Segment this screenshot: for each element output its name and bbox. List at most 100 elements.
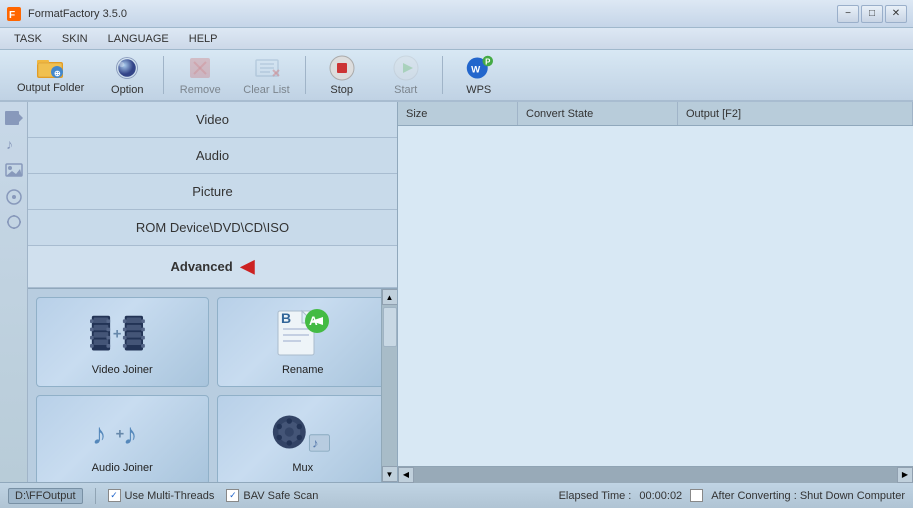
red-arrow-icon: ◀ (241, 256, 255, 277)
audio-joiner-icon-area: ♪ + ♪ (90, 406, 154, 458)
nav-rom[interactable]: ROM Device\DVD\CD\ISO (28, 210, 397, 246)
elapsed-section: Elapsed Time : 00:00:02 After Converting… (559, 489, 905, 502)
audio-joiner-label: Audio Joiner (92, 462, 153, 474)
tools-grid: + (28, 289, 397, 482)
video-joiner-label: Video Joiner (92, 364, 153, 376)
nav-video[interactable]: Video (28, 102, 397, 138)
sidebar-rom-icon[interactable] (2, 184, 26, 208)
rename-label: Rename (282, 364, 324, 376)
stop-button[interactable]: Stop (312, 53, 372, 97)
multi-threads-checkbox[interactable]: ✓ (108, 489, 121, 502)
rename-card[interactable]: B A Rename (217, 297, 390, 387)
rename-icon-area: B A (271, 308, 335, 360)
menu-help[interactable]: HELP (181, 31, 226, 47)
window-controls: − □ ✕ (837, 5, 907, 23)
maximize-button[interactable]: □ (861, 5, 883, 23)
svg-text:W: W (471, 64, 481, 75)
start-icon (392, 54, 420, 82)
menu-skin[interactable]: SKIN (54, 31, 96, 47)
option-label: Option (111, 84, 143, 96)
svg-text:⊕: ⊕ (54, 69, 61, 78)
window-title: FormatFactory 3.5.0 (28, 8, 127, 20)
svg-text:♪: ♪ (92, 419, 107, 451)
vertical-scrollbar[interactable]: ▲ ▼ (381, 289, 397, 482)
audio-joiner-card[interactable]: ♪ + ♪ Audio Joiner (36, 395, 209, 482)
advanced-label: Advanced (171, 259, 233, 274)
bav-scan-label: BAV Safe Scan (243, 490, 318, 502)
shutdown-checkbox[interactable] (690, 489, 703, 502)
wps-icon: W P (465, 54, 493, 82)
mux-card[interactable]: ♪ Mux (217, 395, 390, 482)
stop-icon (328, 54, 356, 82)
option-button[interactable]: Option (97, 53, 157, 97)
bav-scan-section: ✓ BAV Safe Scan (226, 489, 318, 502)
start-label: Start (394, 84, 417, 96)
start-button[interactable]: Start (376, 53, 436, 97)
video-joiner-card[interactable]: + (36, 297, 209, 387)
nav-advanced[interactable]: Advanced ◀ (28, 246, 397, 288)
title-left: F FormatFactory 3.5.0 (6, 6, 127, 22)
sidebar-advanced-icon[interactable] (2, 210, 26, 234)
svg-text:A: A (309, 314, 318, 328)
scroll-up-arrow[interactable]: ▲ (382, 289, 398, 305)
mux-label: Mux (292, 462, 313, 474)
file-list-header: Size Convert State Output [F2] (398, 102, 913, 126)
output-folder-button[interactable]: ⊕ Output Folder (8, 53, 93, 97)
sidebar-audio-icon[interactable]: ♪ (2, 132, 26, 156)
remove-icon (186, 54, 214, 82)
svg-text:♪: ♪ (123, 419, 138, 451)
sidebar-picture-icon[interactable] (2, 158, 26, 182)
stop-label: Stop (330, 84, 353, 96)
svg-text:+: + (113, 327, 122, 343)
nav-audio[interactable]: Audio (28, 138, 397, 174)
app-icon: F (6, 6, 22, 22)
menu-bar: TASK SKIN LANGUAGE HELP (0, 28, 913, 50)
svg-text:♪: ♪ (312, 436, 318, 451)
menu-task[interactable]: TASK (6, 31, 50, 47)
bav-scan-checkbox[interactable]: ✓ (226, 489, 239, 502)
sidebar: ♪ (0, 102, 28, 482)
scroll-left-arrow[interactable]: ◀ (398, 467, 414, 483)
scroll-right-arrow[interactable]: ▶ (897, 467, 913, 483)
shutdown-label: After Converting : Shut Down Computer (711, 490, 905, 502)
remove-button[interactable]: Remove (170, 53, 230, 97)
wps-button[interactable]: W P WPS (449, 53, 509, 97)
multi-threads-section: ✓ Use Multi-Threads (108, 489, 215, 502)
elapsed-value: 00:00:02 (639, 490, 682, 502)
horizontal-scrollbar: ◀ ▶ (398, 466, 913, 482)
col-output: Output [F2] (678, 102, 913, 125)
toolbar: ⊕ Output Folder Option (0, 50, 913, 102)
nav-menu: Video Audio Picture ROM Device\DVD\CD\IS… (28, 102, 397, 289)
video-joiner-icon-area: + (90, 308, 154, 360)
minimize-button[interactable]: − (837, 5, 859, 23)
elapsed-label: Elapsed Time : (559, 490, 632, 502)
close-button[interactable]: ✕ (885, 5, 907, 23)
toolbar-separator-3 (442, 56, 443, 94)
tools-grid-container: + (28, 289, 397, 482)
title-bar: F FormatFactory 3.5.0 − □ ✕ (0, 0, 913, 28)
scroll-thumb[interactable] (383, 307, 397, 347)
multi-threads-label: Use Multi-Threads (125, 490, 215, 502)
scroll-down-arrow[interactable]: ▼ (382, 466, 398, 482)
wps-label: WPS (466, 84, 491, 96)
output-folder-path[interactable]: D:\FFOutput (8, 488, 83, 504)
col-convert-state: Convert State (518, 102, 678, 125)
remove-label: Remove (180, 84, 221, 96)
main-layout: ♪ (0, 102, 913, 482)
file-list-body (398, 126, 913, 466)
clear-list-icon (253, 54, 281, 82)
svg-text:♪: ♪ (6, 136, 13, 152)
clear-list-button[interactable]: Clear List (234, 53, 298, 97)
col-size: Size (398, 102, 518, 125)
toolbar-separator-2 (305, 56, 306, 94)
svg-text:F: F (9, 10, 15, 21)
left-panel: Video Audio Picture ROM Device\DVD\CD\IS… (28, 102, 398, 482)
output-folder-label: Output Folder (17, 82, 84, 94)
status-sep-1 (95, 488, 96, 504)
menu-language[interactable]: LANGUAGE (100, 31, 177, 47)
sidebar-video-icon[interactable] (2, 106, 26, 130)
svg-text:P: P (485, 58, 490, 67)
option-icon (113, 54, 141, 82)
nav-picture[interactable]: Picture (28, 174, 397, 210)
output-folder-status: D:\FFOutput (8, 488, 83, 504)
